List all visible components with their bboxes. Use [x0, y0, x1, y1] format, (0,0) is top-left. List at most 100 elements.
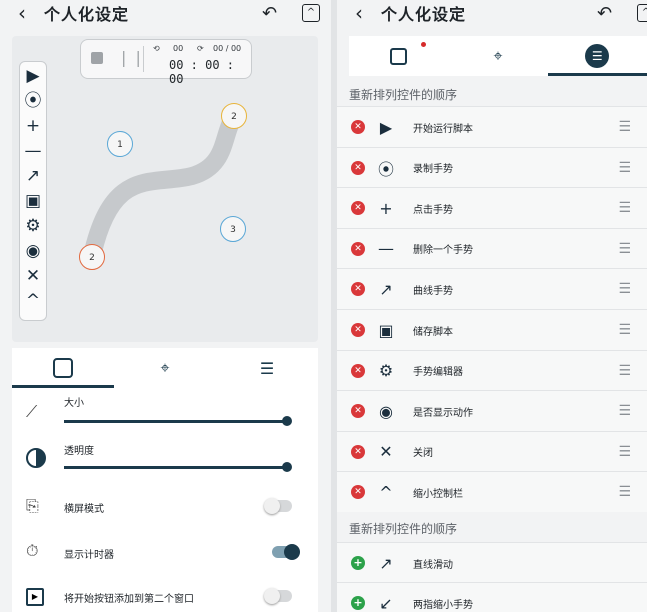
- tab-location[interactable]: ⌖: [114, 348, 216, 388]
- available-item-row[interactable]: + ↙ 两指缩小手势: [337, 582, 647, 612]
- add-button[interactable]: +: [351, 556, 365, 570]
- remove-button[interactable]: ✕: [351, 282, 365, 297]
- ruler-icon: ⟋: [26, 402, 38, 421]
- tab-appearance[interactable]: [12, 348, 114, 388]
- collapse-icon-right[interactable]: ^: [637, 4, 647, 22]
- control-item-label: 删除一个手势: [413, 245, 473, 257]
- plus-icon: +: [379, 198, 393, 218]
- add-button[interactable]: +: [351, 596, 365, 610]
- back-button-right[interactable]: ‹: [337, 1, 381, 25]
- landscape-toggle[interactable]: [264, 498, 292, 514]
- control-item-label: 关闭: [413, 448, 433, 460]
- settings-tabs: ⌖ ☰: [12, 348, 318, 388]
- opacity-slider-knob[interactable]: [282, 462, 292, 472]
- app-bar: ‹ 个人化设定 ↶ ^: [0, 0, 331, 26]
- app-bar-right: ‹ 个人化设定 ↶ ^: [337, 0, 647, 26]
- size-label: 大小: [64, 398, 84, 409]
- size-slider[interactable]: [64, 420, 287, 423]
- size-setting: ⟋ 大小: [12, 394, 318, 434]
- tab-sort[interactable]: ☰: [216, 348, 318, 388]
- control-item-row[interactable]: ✕ ▣ 储存脚本 ☰: [337, 309, 647, 350]
- copy-icon: [53, 358, 73, 378]
- play-icon: ▶: [379, 117, 393, 137]
- second-window-label: 将开始按钮添加到第二个窗口: [64, 594, 194, 605]
- undo-icon-right[interactable]: ↶: [597, 3, 612, 24]
- gesture-preview: | | ⟲ 00 ⟳ 00 / 00 00 : 00 : 00 ▶ ⦿ + — …: [12, 36, 318, 342]
- remove-button[interactable]: ✕: [351, 160, 365, 175]
- swipe-start-marker[interactable]: 2: [79, 244, 105, 270]
- control-item-label: 手势编辑器: [413, 367, 463, 379]
- landscape-icon: ⎘: [26, 496, 39, 515]
- save-icon: ▣: [378, 320, 394, 340]
- page-title: 个人化设定: [44, 5, 130, 24]
- eye-icon: ◉: [379, 401, 393, 421]
- curve-arrow-icon: ↗: [379, 279, 393, 299]
- drag-handle-icon[interactable]: ☰: [618, 444, 631, 460]
- tabs-card: ⌖ ☰: [349, 36, 647, 76]
- control-item-row[interactable]: ✕ ⦿ 录制手势 ☰: [337, 146, 647, 188]
- drag-handle-icon[interactable]: ☰: [618, 200, 631, 216]
- reorder-tabs: ⌖ ☰: [349, 36, 647, 76]
- record-icon: ⦿: [377, 159, 394, 179]
- second-window-toggle[interactable]: [264, 588, 292, 604]
- control-item-row[interactable]: ✕ ↗ 曲线手势 ☰: [337, 268, 647, 310]
- remove-button[interactable]: ✕: [351, 444, 365, 459]
- size-slider-knob[interactable]: [282, 416, 292, 426]
- opacity-setting: 透明度: [12, 440, 318, 480]
- tap-marker-3[interactable]: 3: [220, 216, 246, 242]
- contrast-icon: [26, 448, 46, 468]
- opacity-slider[interactable]: [64, 466, 287, 469]
- drag-handle-icon[interactable]: ☰: [618, 403, 631, 419]
- undo-icon[interactable]: ↶: [262, 3, 277, 24]
- remove-button[interactable]: ✕: [351, 404, 365, 419]
- location-icon: ⌖: [160, 358, 170, 377]
- tab-location-right[interactable]: ⌖: [448, 36, 547, 76]
- remove-button[interactable]: ✕: [351, 241, 365, 256]
- remove-button[interactable]: ✕: [351, 201, 365, 216]
- second-window-setting: ▶ 将开始按钮添加到第二个窗口: [12, 580, 318, 612]
- control-item-label: 缩小控制栏: [413, 488, 463, 500]
- drag-handle-icon[interactable]: ☰: [618, 119, 631, 135]
- control-item-label: 点击手势: [413, 204, 453, 216]
- control-item-row[interactable]: ✕ ✕ 关闭 ☰: [337, 430, 647, 472]
- landscape-setting: ⎘ 横屏模式: [12, 488, 318, 524]
- swipe-end-marker[interactable]: 2: [221, 103, 247, 129]
- gear-icon: ⚙: [378, 361, 394, 381]
- control-item-row[interactable]: ✕ — 删除一个手势 ☰: [337, 227, 647, 269]
- remove-button[interactable]: ✕: [351, 485, 365, 500]
- drag-handle-icon[interactable]: ☰: [618, 363, 631, 379]
- chevron-up-icon: ^: [379, 482, 393, 502]
- remove-button[interactable]: ✕: [351, 323, 365, 337]
- back-button[interactable]: ‹: [0, 1, 44, 25]
- tap-marker-1[interactable]: 1: [107, 131, 133, 157]
- tab-appearance-right[interactable]: [349, 36, 448, 76]
- drag-handle-icon[interactable]: ☰: [618, 281, 631, 297]
- remove-button[interactable]: ✕: [351, 363, 365, 378]
- timer-toggle[interactable]: [272, 544, 300, 560]
- drag-handle-icon[interactable]: ☰: [618, 322, 631, 338]
- collapse-icon[interactable]: ^: [302, 4, 320, 22]
- page-title-right: 个人化设定: [381, 5, 467, 24]
- available-item-label: 直线滑动: [413, 559, 453, 571]
- drag-handle-icon[interactable]: ☰: [618, 241, 631, 257]
- control-item-label: 曲线手势: [413, 285, 453, 297]
- control-item-row[interactable]: ✕ ▶ 开始运行脚本 ☰: [337, 106, 647, 147]
- timer-label: 显示计时器: [64, 550, 114, 561]
- tab-sort-right[interactable]: ☰: [547, 36, 647, 76]
- pinch-icon: ↙: [379, 593, 393, 612]
- drag-handle-icon[interactable]: ☰: [618, 160, 631, 176]
- minus-icon: —: [378, 239, 394, 259]
- section-title-available: 重新排列控件的顺序: [349, 522, 458, 536]
- available-item-row[interactable]: + ↗ 直线滑动: [337, 542, 647, 583]
- copy-icon: [390, 47, 408, 65]
- drag-handle-icon[interactable]: ☰: [618, 484, 631, 500]
- timer-setting: ⏱ 显示计时器: [12, 534, 318, 570]
- section-title-active: 重新排列控件的顺序: [349, 88, 458, 102]
- remove-button[interactable]: ✕: [351, 120, 365, 134]
- control-item-row[interactable]: ✕ + 点击手势 ☰: [337, 187, 647, 229]
- control-item-label: 储存脚本: [413, 326, 453, 338]
- opacity-label: 透明度: [64, 446, 94, 457]
- control-item-row[interactable]: ✕ ⚙ 手势编辑器 ☰: [337, 349, 647, 391]
- control-item-row[interactable]: ✕ ^ 缩小控制栏 ☰: [337, 471, 647, 513]
- control-item-row[interactable]: ✕ ◉ 是否显示动作 ☰: [337, 390, 647, 432]
